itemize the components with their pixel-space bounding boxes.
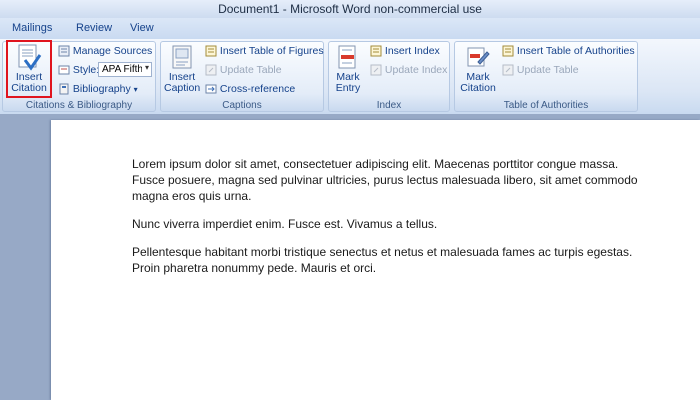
update-table-figures-label: Update Table [219, 64, 282, 76]
mark-entry-label: Mark Entry [335, 71, 361, 94]
cross-reference-icon [205, 84, 217, 94]
insert-table-of-figures-label: Insert Table of Figures [219, 45, 324, 57]
cross-reference-label: Cross-reference [219, 83, 296, 95]
highlight-frame [6, 40, 52, 98]
update-index-button[interactable]: Update Index [370, 64, 447, 76]
paragraph-1[interactable]: Lorem ipsum dolor sit amet, consectetuer… [132, 156, 652, 204]
bibliography-button[interactable]: Bibliography ▾ [58, 83, 138, 95]
tab-mailings[interactable]: Mailings [12, 22, 52, 34]
style-select-value: APA Fifth [102, 64, 142, 75]
style-select[interactable]: APA Fifth ▾ [98, 62, 152, 77]
mark-entry-icon [338, 45, 356, 69]
update-index-icon [370, 64, 382, 76]
paragraph-2[interactable]: Nunc viverra imperdiet enim. Fusce est. … [132, 216, 652, 232]
manage-sources-button[interactable]: Manage Sources [58, 45, 152, 57]
update-table-figures-button[interactable]: Update Table [205, 64, 282, 76]
window-title: Document1 - Microsoft Word non-commercia… [218, 2, 482, 16]
mark-entry-button[interactable]: Mark Entry [332, 44, 364, 94]
table-of-figures-icon [205, 45, 217, 57]
update-index-label: Update Index [384, 64, 448, 76]
insert-table-of-figures-button[interactable]: Insert Table of Figures [205, 45, 324, 57]
insert-index-label: Insert Index [384, 45, 440, 57]
insert-caption-label: Insert Caption [164, 71, 201, 94]
insert-index-button[interactable]: Insert Index [370, 45, 440, 57]
cross-reference-button[interactable]: Cross-reference [205, 83, 295, 95]
insert-caption-icon [172, 45, 192, 69]
group-label-index: Index [376, 100, 402, 111]
mark-citation-icon [467, 47, 490, 67]
manage-sources-label: Manage Sources [72, 45, 153, 57]
mark-citation-button[interactable]: Mark Citation [458, 44, 498, 94]
tab-view[interactable]: View [130, 22, 154, 34]
update-table-authorities-button[interactable]: Update Table [502, 64, 579, 76]
chevron-down-icon: ▾ [133, 85, 138, 94]
group-label-captions: Captions [222, 100, 262, 111]
update-table-icon [502, 64, 514, 76]
insert-caption-button[interactable]: Insert Caption [164, 44, 200, 94]
table-of-authorities-icon [502, 45, 514, 57]
style-label: Style: [72, 64, 100, 76]
insert-table-of-authorities-label: Insert Table of Authorities [516, 45, 635, 57]
bibliography-label: Bibliography [72, 83, 131, 95]
paragraph-3[interactable]: Pellentesque habitant morbi tristique se… [132, 244, 652, 276]
bibliography-icon [59, 83, 69, 95]
update-table-authorities-label: Update Table [516, 64, 579, 76]
manage-sources-icon [58, 45, 70, 57]
chevron-down-icon: ▾ [144, 63, 149, 72]
style-icon [58, 65, 70, 75]
insert-index-icon [370, 45, 382, 57]
group-label-citations: Citations & Bibliography [25, 100, 133, 111]
style-row: Style: [58, 64, 99, 76]
mark-citation-label: Mark Citation [460, 71, 496, 94]
insert-table-of-authorities-button[interactable]: Insert Table of Authorities [502, 45, 635, 57]
tab-review[interactable]: Review [76, 22, 112, 34]
group-label-authorities: Table of Authorities [503, 100, 589, 111]
update-table-icon [205, 64, 217, 76]
